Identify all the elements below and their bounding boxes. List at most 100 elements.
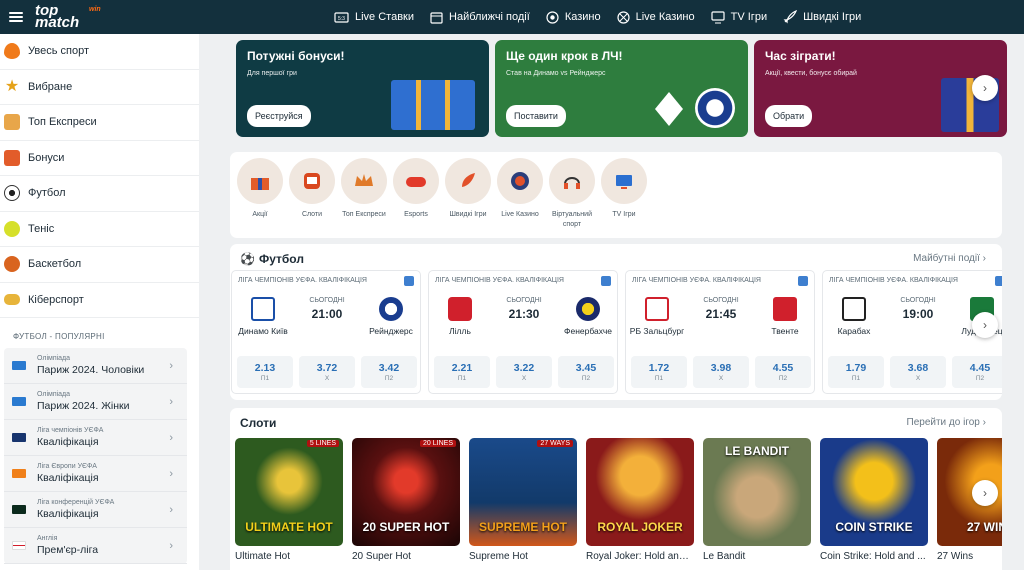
odd-value: 3.42: [378, 362, 400, 374]
upcoming-events-link[interactable]: Майбутні події ›: [913, 253, 986, 264]
away-team: Рейнджерс: [360, 293, 422, 337]
category-slots[interactable]: Слоти: [286, 158, 338, 220]
game-tile[interactable]: 5 LINES ULTIMATE HOT Ultimate Hot: [235, 438, 343, 562]
game-tile[interactable]: COIN STRIKE Coin Strike: Hold and ...: [820, 438, 928, 562]
category-esports[interactable]: Esports: [390, 158, 442, 220]
odd-button[interactable]: 4.55 П2: [755, 356, 811, 388]
nav-label: Live Ставки: [355, 11, 415, 23]
team-crest-icon: [645, 297, 669, 321]
nav-upcoming[interactable]: Найближчі події: [430, 11, 530, 24]
sidebar-item-football[interactable]: Футбол: [0, 176, 199, 212]
game-name: 27 Wins: [937, 551, 974, 562]
popular-item[interactable]: Ліга конференцій УЄФА Кваліфікація ›: [4, 492, 187, 528]
odd-button[interactable]: 3.68 Х: [890, 356, 946, 388]
banner-subtitle: Для першої гри: [247, 70, 297, 77]
game-tile[interactable]: 27 WAYS SUPREME HOT Supreme Hot: [469, 438, 577, 562]
odd-button[interactable]: 3.42 П2: [361, 356, 417, 388]
popular-item-name: Прем'єр-ліга: [37, 544, 99, 556]
banner-subtitle: Акції, квести, бонусє обирай: [765, 70, 857, 77]
popular-item[interactable]: Ліга Європи УЄФА Кваліфікація ›: [4, 456, 187, 492]
odd-button[interactable]: 1.79 П1: [828, 356, 884, 388]
match-league: ЛІГА ЧЕМПІОНІВ УЄФА. КВАЛІФІКАЦІЯ: [435, 277, 564, 284]
home-team: РБ Зальцбург: [626, 293, 688, 337]
go-to-games-link[interactable]: Перейти до ігор ›: [907, 417, 986, 428]
sidebar-item-basketball[interactable]: Баскетбол: [0, 247, 199, 283]
game-thumbnail: COIN STRIKE: [820, 438, 928, 546]
category-fast-games[interactable]: Швидкі Ігри: [442, 158, 494, 220]
odd-value: 3.98: [710, 362, 732, 374]
football-section: ⚽ Футбол Майбутні події › ЛІГА ЧЕМПІОНІВ …: [230, 244, 1002, 400]
banner-next-arrow[interactable]: ›: [972, 75, 998, 101]
chevron-right-icon: ›: [169, 540, 173, 552]
match-time: СЬОГОДНІ 21:00: [294, 297, 360, 321]
team-crest-icon: [448, 297, 472, 321]
odd-button[interactable]: 4.45 П2: [952, 356, 1002, 388]
matches-next-arrow[interactable]: ›: [972, 312, 998, 338]
casino-chip-icon: [546, 10, 559, 24]
nav-live-bets[interactable]: 5:3 Live Ставки: [334, 11, 414, 23]
banner-bonus[interactable]: Потужні бонуси! Для першої гри Реєструйс…: [236, 40, 489, 137]
game-tile[interactable]: LE BANDIT Le Bandit: [703, 438, 811, 562]
odd-button[interactable]: 3.45 П2: [558, 356, 614, 388]
category-top-express[interactable]: Топ Експреси: [338, 158, 390, 220]
odd-button[interactable]: 1.72 П1: [631, 356, 687, 388]
odd-button[interactable]: 3.72 Х: [299, 356, 355, 388]
team-crest-icon: [576, 297, 600, 321]
gift-icon: [237, 158, 283, 204]
tv-icon: [601, 158, 647, 204]
match-league: ЛІГА ЧЕМПІОНІВ УЄФА. КВАЛІФІКАЦІЯ: [238, 277, 367, 284]
nav-fast-games[interactable]: Швидкі Ігри: [783, 10, 861, 24]
game-logo-text: COIN STRIKE: [835, 520, 913, 534]
section-title: Слоти: [240, 416, 277, 430]
odd-button[interactable]: 3.22 Х: [496, 356, 552, 388]
match-card[interactable]: ЛІГА ЧЕМПІОНІВ УЄФА. КВАЛІФІКАЦІЯ Динамо…: [231, 270, 421, 394]
team-name: Динамо Київ: [238, 326, 288, 336]
sidebar-item-esports[interactable]: Кіберспорт: [0, 283, 199, 318]
odd-button[interactable]: 2.21 П1: [434, 356, 490, 388]
sidebar-item-all-sports[interactable]: Увесь спорт: [0, 34, 199, 70]
category-tv-games[interactable]: TV Ігри: [598, 158, 650, 220]
sidebar-item-top-express[interactable]: Топ Експреси: [0, 105, 199, 141]
logo-text: top match: [35, 2, 80, 31]
odd-label: П1: [457, 375, 467, 382]
odd-button[interactable]: 3.98 Х: [693, 356, 749, 388]
match-card[interactable]: ЛІГА ЧЕМПІОНІВ УЄФА. КВАЛІФІКАЦІЯ Лілль …: [428, 270, 618, 394]
nav-label: Казино: [564, 11, 601, 23]
game-tile[interactable]: 20 LINES 20 SUPER HOT 20 Super Hot: [352, 438, 460, 562]
match-day: СЬОГОДНІ: [703, 297, 739, 304]
logo[interactable]: top match win: [35, 2, 105, 31]
banner-play-time[interactable]: Час зіграти! Акції, квести, бонусє обира…: [754, 40, 1007, 137]
banner-title: Час зіграти!: [765, 49, 836, 63]
odd-value: 3.68: [907, 362, 929, 374]
link-label: Перейти до ігор: [906, 417, 980, 428]
sidebar-item-favorites[interactable]: ★ Вибране: [0, 70, 199, 105]
popular-item-sub: Ліга чемпіонів УЄФА: [37, 427, 104, 434]
svg-text:5:3: 5:3: [338, 16, 345, 22]
category-virtual-sport[interactable]: Віртуальний спорт: [546, 158, 598, 230]
sidebar-item-label: Бонуси: [28, 151, 65, 164]
nav-live-casino[interactable]: Live Казино: [617, 10, 695, 24]
menu-icon[interactable]: [9, 12, 23, 22]
popular-item[interactable]: Олімпіада Париж 2024. Чоловіки ›: [4, 348, 187, 384]
popular-item[interactable]: Ліга чемпіонів УЄФА Кваліфікація ›: [4, 420, 187, 456]
slots-next-arrow[interactable]: ›: [972, 480, 998, 506]
category-promotions[interactable]: Акції: [234, 158, 286, 220]
chevron-right-icon: ›: [982, 417, 986, 428]
odd-label: П2: [581, 375, 591, 382]
register-button[interactable]: Реєструйся: [247, 105, 311, 127]
match-card[interactable]: ЛІГА ЧЕМПІОНІВ УЄФА. КВАЛІФІКАЦІЯ РБ Зал…: [625, 270, 815, 394]
choose-button[interactable]: Обрати: [765, 105, 813, 127]
banner-champions-league[interactable]: Ще один крок в ЛЧ! Став на Динамо vs Рей…: [495, 40, 748, 137]
popular-item[interactable]: Англія Прем'єр-ліга ›: [4, 528, 187, 564]
popular-item[interactable]: Олімпіада Париж 2024. Жінки ›: [4, 384, 187, 420]
nav-casino[interactable]: Казино: [546, 10, 601, 24]
fire-icon: [4, 43, 20, 60]
place-bet-button[interactable]: Поставити: [506, 105, 566, 127]
sidebar-item-bonuses[interactable]: Бонуси: [0, 141, 199, 176]
nav-tv-games[interactable]: TV Ігри: [711, 10, 767, 24]
game-tile[interactable]: ROYAL JOKER Royal Joker: Hold and ...: [586, 438, 694, 562]
sidebar-item-label: Футбол: [28, 187, 66, 200]
category-live-casino[interactable]: Live Казино: [494, 158, 546, 220]
odd-button[interactable]: 2.13 П1: [237, 356, 293, 388]
sidebar-item-tennis[interactable]: Теніс: [0, 212, 199, 247]
